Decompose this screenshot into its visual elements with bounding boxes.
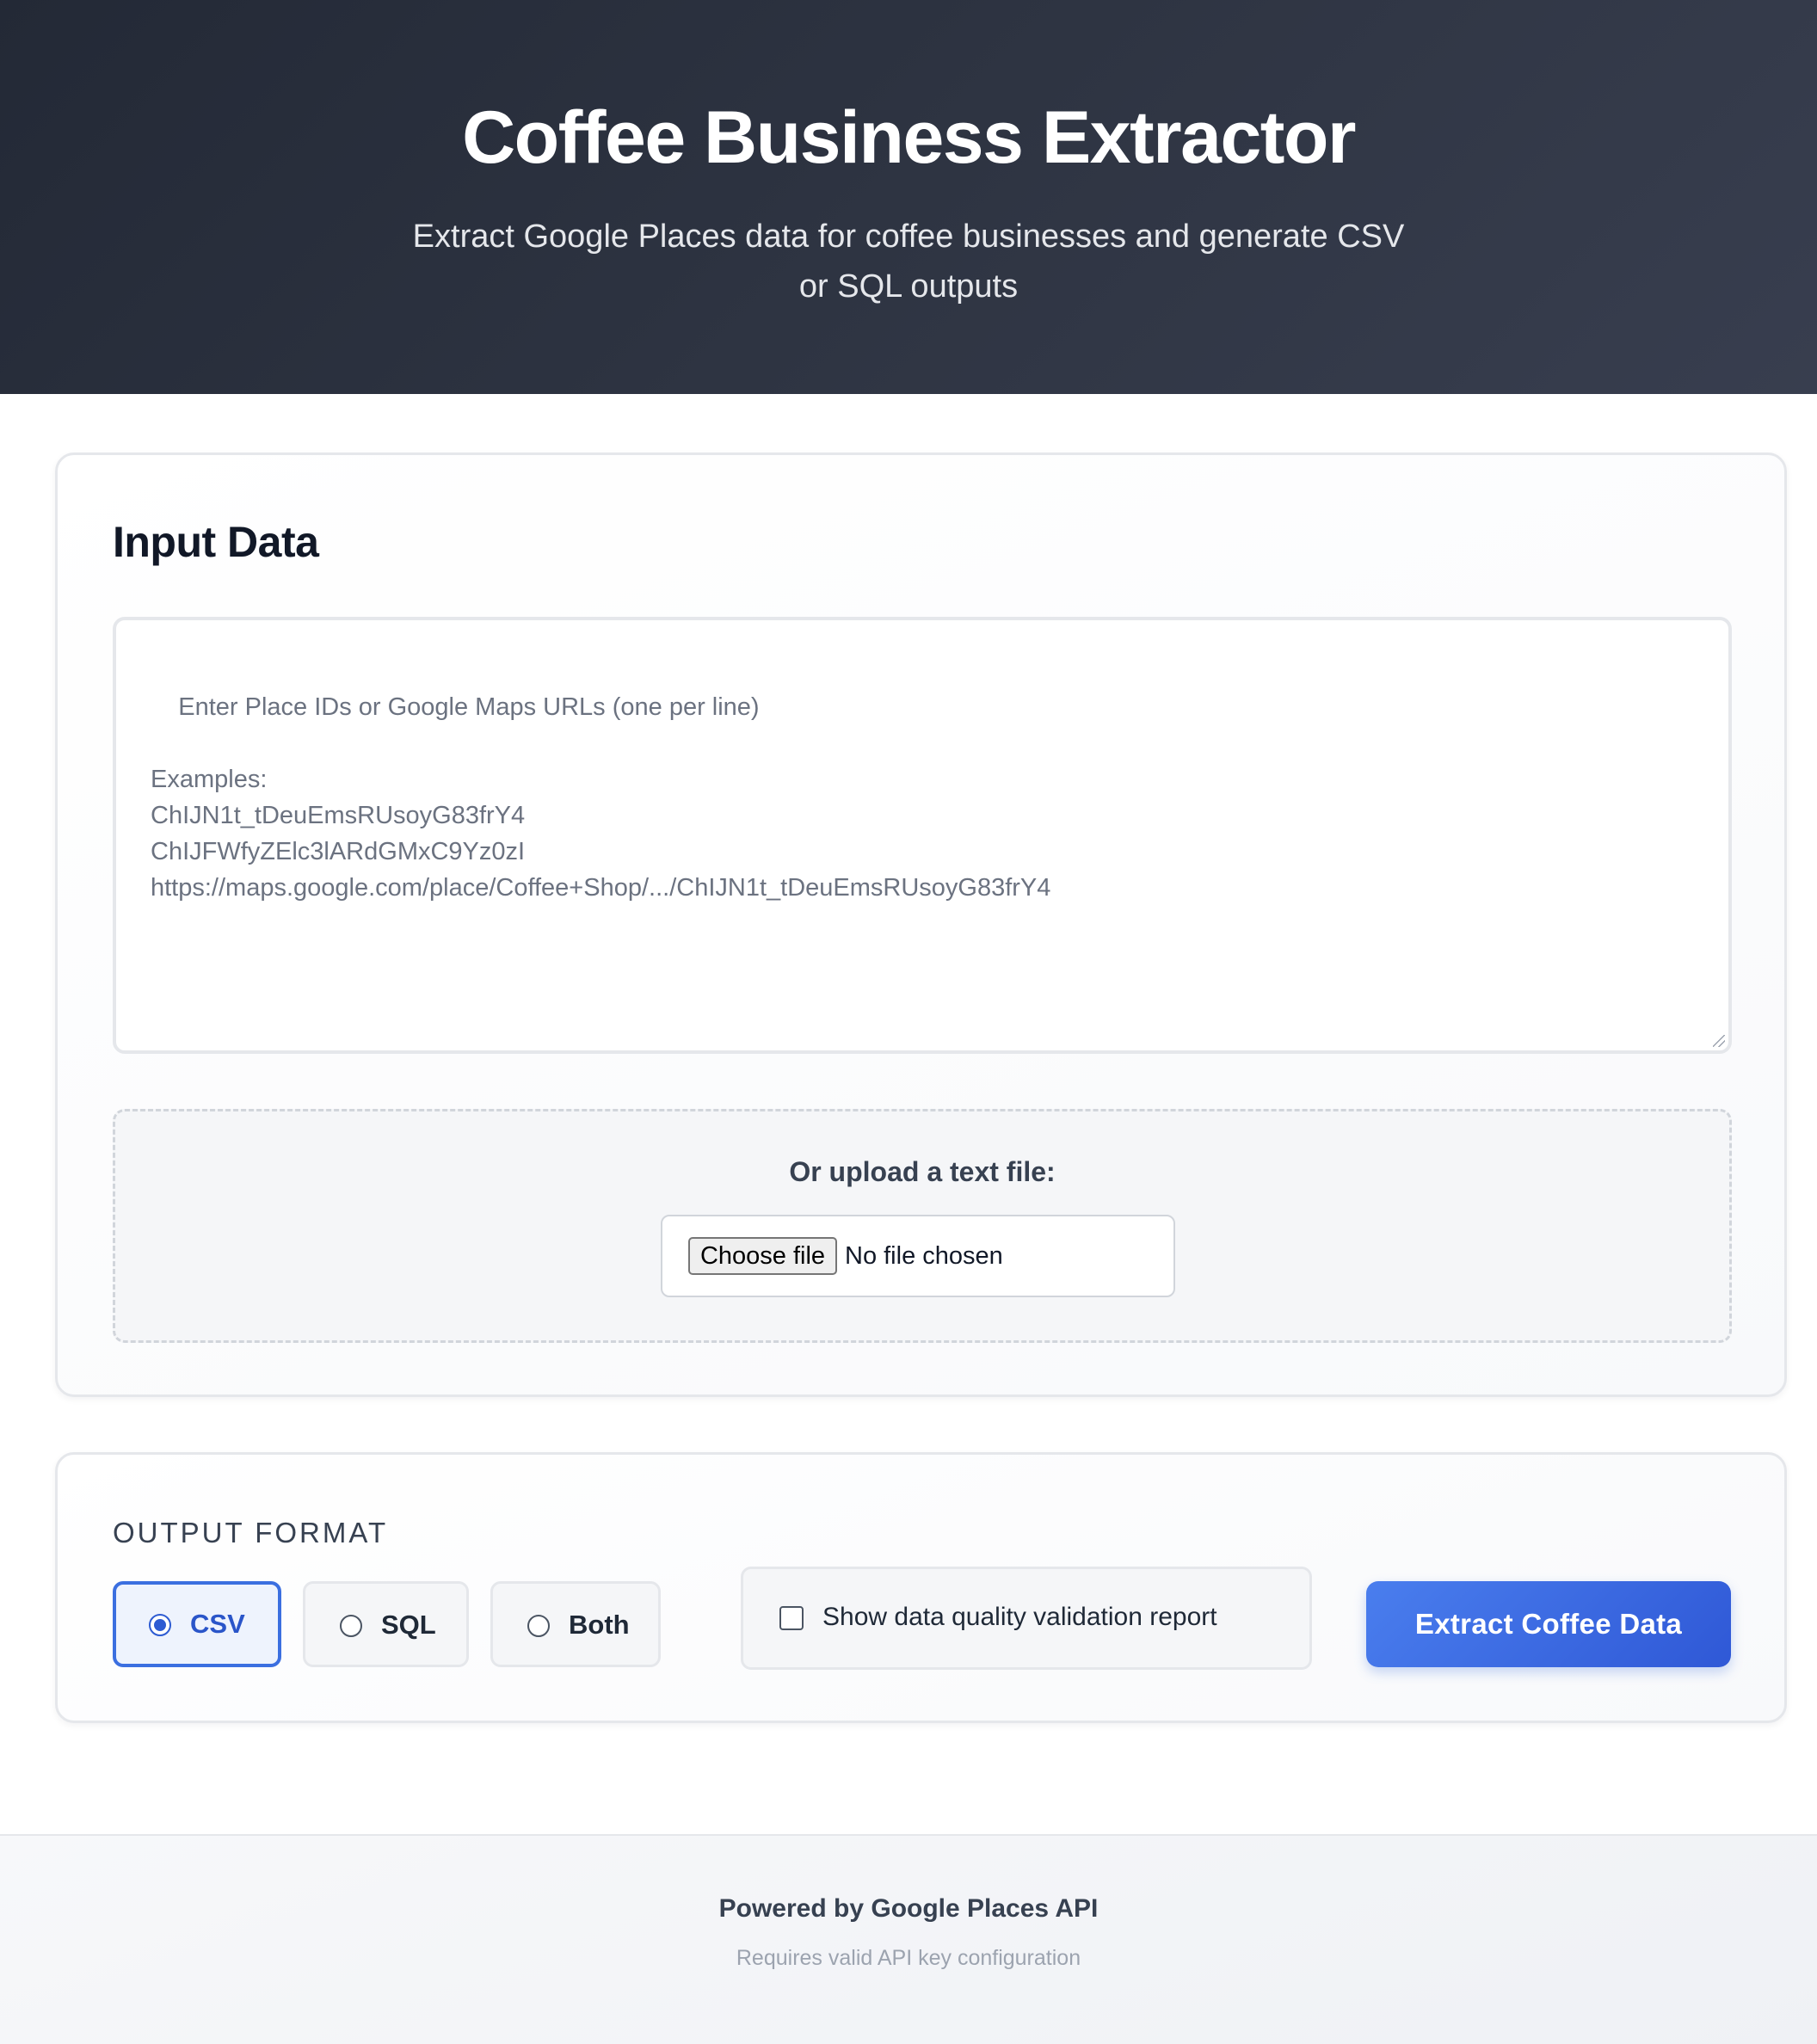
place-ids-textarea[interactable]: Enter Place IDs or Google Maps URLs (one… [113,617,1732,1054]
validation-report-toggle[interactable]: Show data quality validation report [741,1567,1312,1670]
format-option-both[interactable]: Both [490,1581,661,1667]
choose-file-button[interactable]: Choose file [688,1237,837,1275]
file-input[interactable]: Choose file No file chosen [661,1215,1175,1297]
page-title: Coffee Business Extractor [462,96,1356,179]
resize-handle-icon[interactable] [1713,1035,1725,1047]
output-format-card: OUTPUT FORMAT CSV SQL Both Show data qua… [55,1452,1787,1723]
radio-selected-icon [149,1614,171,1636]
format-option-sql[interactable]: SQL [303,1581,469,1667]
input-data-card: Input Data Enter Place IDs or Google Map… [55,453,1787,1397]
format-option-label: SQL [381,1610,436,1640]
page-subtitle: Extract Google Places data for coffee bu… [412,219,1405,305]
format-option-csv[interactable]: CSV [113,1581,281,1667]
radio-unselected-icon [340,1615,362,1637]
page-footer: Powered by Google Places API Requires va… [0,1834,1817,2044]
format-option-label: CSV [190,1609,245,1639]
footer-title: Powered by Google Places API [718,1894,1099,1923]
validation-report-label: Show data quality validation report [822,1603,1217,1631]
footer-subtitle: Requires valid API key configuration [736,1946,1081,1970]
textarea-placeholder: Enter Place IDs or Google Maps URLs (one… [151,693,1051,902]
file-upload-zone[interactable]: Or upload a text file: Choose file No fi… [113,1109,1732,1343]
extract-coffee-data-button[interactable]: Extract Coffee Data [1366,1581,1731,1667]
radio-unselected-icon [527,1615,550,1637]
file-status-text: No file chosen [845,1242,1003,1270]
output-format-label: OUTPUT FORMAT [113,1517,389,1548]
upload-label: Or upload a text file: [789,1156,1056,1187]
page-header: Coffee Business Extractor Extract Google… [0,0,1817,394]
input-data-title: Input Data [113,518,319,566]
format-option-label: Both [569,1610,630,1640]
checkbox-icon[interactable] [779,1606,804,1630]
